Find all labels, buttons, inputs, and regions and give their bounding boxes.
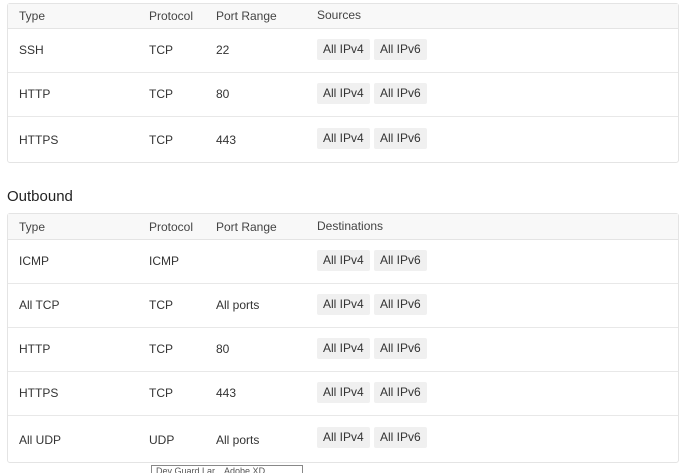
table-row: All TCP TCP All ports All IPv4 All IPv6 xyxy=(8,284,678,328)
rule-protocol: UDP xyxy=(149,433,175,447)
table-row: HTTPS TCP 443 All IPv4 All IPv6 xyxy=(8,117,678,162)
table-row: HTTP TCP 80 All IPv4 All IPv6 xyxy=(8,73,678,117)
rule-protocol: TCP xyxy=(149,298,173,312)
column-header-port-range: Port Range xyxy=(216,220,277,234)
table-row: HTTPS TCP 443 All IPv4 All IPv6 xyxy=(8,372,678,416)
destination-tag-ipv6: All IPv6 xyxy=(374,427,427,448)
source-tag-ipv6: All IPv6 xyxy=(374,39,427,60)
column-header-port-range: Port Range xyxy=(216,9,277,23)
destination-tag-ipv4: All IPv4 xyxy=(317,294,370,315)
column-header-sources: Sources xyxy=(317,8,362,22)
rule-type: HTTP xyxy=(19,342,51,356)
destination-tag-ipv6: All IPv6 xyxy=(374,338,427,359)
rule-port-range: 80 xyxy=(216,342,230,356)
destination-tag-ipv4: All IPv4 xyxy=(317,338,370,359)
outbound-section-title: Outbound xyxy=(7,188,73,205)
destination-tag-ipv6: All IPv6 xyxy=(374,382,427,403)
destination-tag-ipv4: All IPv4 xyxy=(317,427,370,448)
inbound-rules-table: Type Protocol Port Range Sources SSH TCP… xyxy=(7,3,679,163)
column-header-type: Type xyxy=(19,9,46,23)
destination-tag-ipv6: All IPv6 xyxy=(374,294,427,315)
rule-type: All UDP xyxy=(19,433,62,447)
source-tag-ipv4: All IPv4 xyxy=(317,83,370,104)
rule-port-range: 443 xyxy=(216,386,237,400)
destination-tag-ipv4: All IPv4 xyxy=(317,250,370,271)
table-row: ICMP ICMP All IPv4 All IPv6 xyxy=(8,240,678,284)
column-header-protocol: Protocol xyxy=(149,220,194,234)
column-header-type: Type xyxy=(19,220,46,234)
rule-protocol: TCP xyxy=(149,43,173,57)
outbound-header-row: Type Protocol Port Range Destinations xyxy=(8,214,678,240)
rule-type: HTTPS xyxy=(19,386,59,400)
rule-protocol: TCP xyxy=(149,87,173,101)
rule-port-range: All ports xyxy=(216,433,260,447)
rule-protocol: ICMP xyxy=(149,254,179,268)
rule-port-range: 443 xyxy=(216,133,237,147)
hover-tooltip: Dev Guard Lar... Adobe XD xyxy=(151,465,303,473)
table-row: All UDP UDP All ports All IPv4 All IPv6 xyxy=(8,416,678,462)
rule-port-range: All ports xyxy=(216,298,260,312)
rule-port-range: 80 xyxy=(216,87,230,101)
rule-type: HTTPS xyxy=(19,133,59,147)
table-row: HTTP TCP 80 All IPv4 All IPv6 xyxy=(8,328,678,372)
source-tag-ipv6: All IPv6 xyxy=(374,128,427,149)
source-tag-ipv4: All IPv4 xyxy=(317,128,370,149)
inbound-header-row: Type Protocol Port Range Sources xyxy=(8,4,678,29)
source-tag-ipv6: All IPv6 xyxy=(374,83,427,104)
column-header-destinations: Destinations xyxy=(317,219,384,233)
source-tag-ipv4: All IPv4 xyxy=(317,39,370,60)
rule-protocol: TCP xyxy=(149,386,173,400)
rule-protocol: TCP xyxy=(149,342,173,356)
rule-type: SSH xyxy=(19,43,44,57)
column-header-protocol: Protocol xyxy=(149,9,194,23)
rule-protocol: TCP xyxy=(149,133,173,147)
rule-type: ICMP xyxy=(19,254,49,268)
rule-type: All TCP xyxy=(19,298,60,312)
rule-type: HTTP xyxy=(19,87,51,101)
table-row: SSH TCP 22 All IPv4 All IPv6 xyxy=(8,29,678,73)
rule-port-range: 22 xyxy=(216,43,230,57)
firewall-rules-page: Type Protocol Port Range Sources SSH TCP… xyxy=(0,0,690,473)
destination-tag-ipv4: All IPv4 xyxy=(317,382,370,403)
outbound-rules-table: Type Protocol Port Range Destinations IC… xyxy=(7,213,679,463)
destination-tag-ipv6: All IPv6 xyxy=(374,250,427,271)
